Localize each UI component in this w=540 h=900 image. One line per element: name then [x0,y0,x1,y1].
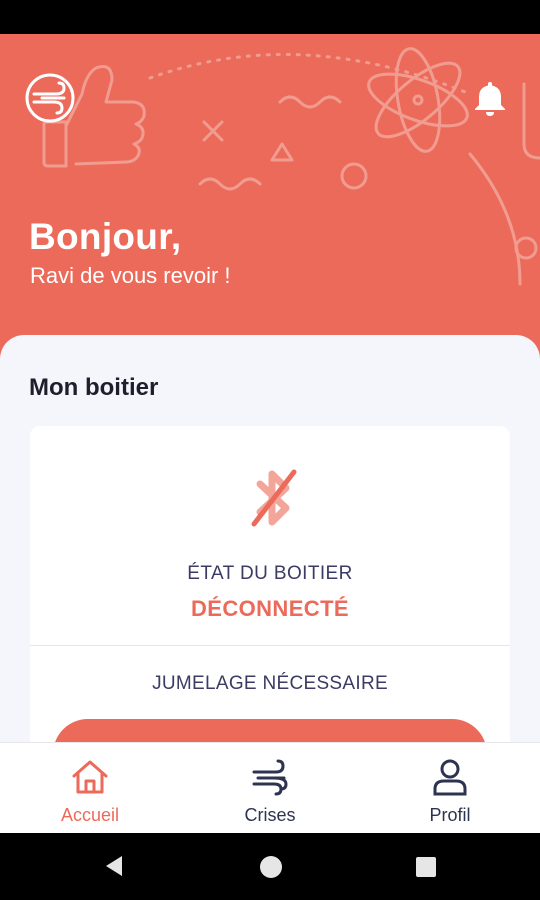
status-bar [0,0,540,34]
user-icon [433,759,467,796]
device-status-card: ÉTAT DU BOITIER DÉCONNECTÉ JUMELAGE NÉCE… [30,426,510,745]
main-panel: Mon boitier ÉTAT DU BOITIER DÉCONNECTÉ J… [0,335,540,745]
nav-item-accueil[interactable]: Accueil [0,743,180,834]
card-divider [30,645,510,646]
nav-label-profil: Profil [429,805,471,825]
device-state-value: DÉCONNECTÉ [190,596,349,621]
header-banner: Bonjour, Ravi de vous revoir ! [0,34,540,364]
greeting-title: Bonjour, [29,216,182,257]
app-logo-icon [25,73,75,123]
wind-icon [252,759,288,796]
section-title: Mon boitier [29,374,159,401]
nav-item-crises[interactable]: Crises [180,743,360,834]
bluetooth-disabled-icon [251,469,297,527]
greeting-subtitle: Ravi de vous revoir ! [30,263,231,288]
nav-label-crises: Crises [244,805,296,825]
bell-icon[interactable] [470,78,510,118]
pairing-required-label: JUMELAGE NÉCESSAIRE [152,673,388,694]
nav-label-accueil: Accueil [60,805,120,825]
home-icon [72,760,108,794]
device-state-label: ÉTAT DU BOITIER [187,563,353,584]
nav-item-profil[interactable]: Profil [360,743,540,834]
recents-icon[interactable] [416,857,436,877]
header-decoration [42,47,540,286]
home-circle-icon[interactable] [260,856,282,878]
back-icon[interactable] [104,855,124,877]
bottom-navigation: Accueil Crises Profil [0,742,540,833]
